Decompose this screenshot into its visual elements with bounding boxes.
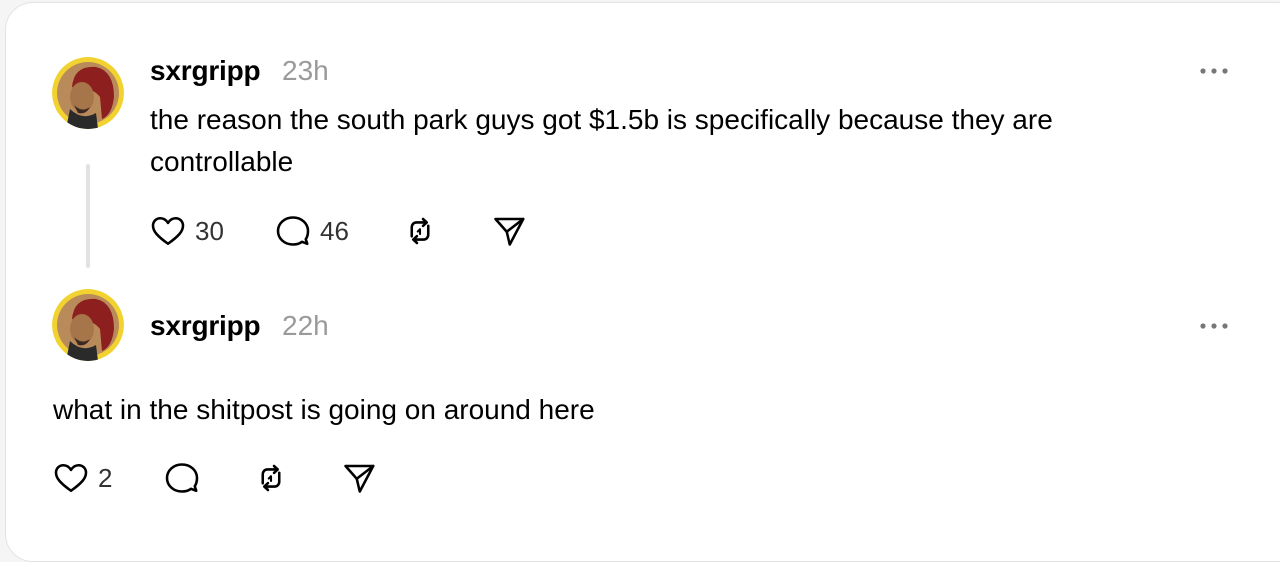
like-button[interactable]: 2: [52, 458, 112, 498]
reply-count: 46: [320, 215, 349, 246]
more-options-button[interactable]: [1196, 316, 1236, 336]
share-button[interactable]: [340, 458, 378, 498]
heart-icon: [54, 463, 88, 493]
like-button[interactable]: 30: [149, 211, 224, 251]
avatar[interactable]: [52, 57, 124, 129]
more-options-icon: [1200, 323, 1228, 329]
like-count: 2: [98, 462, 113, 493]
heart-icon: [151, 216, 185, 246]
more-options-icon: [1200, 68, 1228, 74]
repost-button[interactable]: [252, 458, 290, 498]
repost-button[interactable]: [401, 211, 439, 251]
comment-icon: [276, 216, 310, 246]
avatar[interactable]: [52, 289, 124, 361]
post-timestamp[interactable]: 23h: [282, 55, 329, 87]
share-button[interactable]: [490, 211, 528, 251]
username[interactable]: sxrgripp: [150, 310, 261, 342]
repost-icon: [410, 217, 430, 245]
post-text: what in the shitpost is going on around …: [53, 394, 595, 425]
like-count: 30: [195, 215, 224, 246]
reply-button[interactable]: 46: [274, 211, 349, 251]
send-icon: [494, 217, 525, 246]
send-icon: [344, 464, 375, 493]
reply-button[interactable]: [163, 458, 201, 498]
comment-icon: [165, 463, 199, 493]
thread-line: [86, 164, 90, 268]
post-timestamp[interactable]: 22h: [282, 310, 329, 342]
repost-icon: [261, 464, 281, 492]
more-options-button[interactable]: [1196, 61, 1236, 81]
username[interactable]: sxrgripp: [150, 55, 261, 87]
post-text: the reason the south park guys got $1.5b…: [150, 104, 1053, 177]
